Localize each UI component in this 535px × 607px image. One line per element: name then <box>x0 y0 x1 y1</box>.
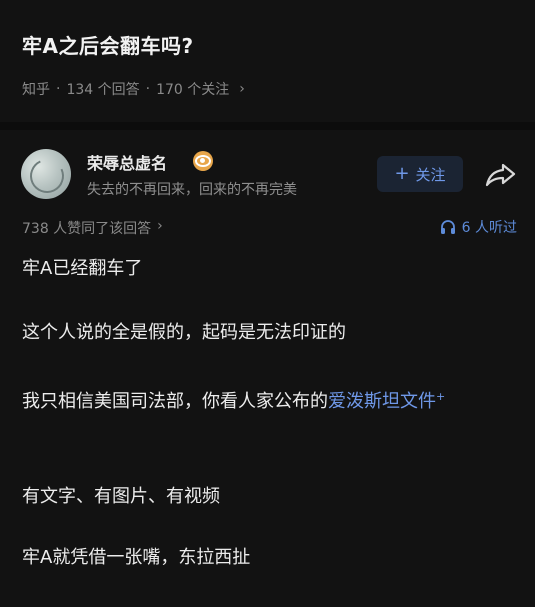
meta-separator: · <box>145 81 151 97</box>
vote-count[interactable]: 738 人赞同了该回答 › <box>22 218 163 238</box>
followers-count: 170 个关注 <box>156 82 230 98</box>
share-icon[interactable] <box>484 159 518 189</box>
chevron-right-icon: › <box>239 81 245 97</box>
plus-icon: + <box>394 163 410 184</box>
verified-badge-icon <box>193 151 213 171</box>
section-divider <box>0 122 535 130</box>
link-mark: + <box>436 390 446 403</box>
paragraph-text: 我只相信美国司法部，你看人家公布的 <box>22 391 328 412</box>
author-bio: 失去的不再回来，回来的不再完美 <box>87 182 297 198</box>
answers-count: 134 个回答 <box>66 82 140 98</box>
answer-paragraph: 牢A就凭借一张嘴，东拉西扯 <box>22 547 251 568</box>
avatar[interactable] <box>21 149 71 199</box>
follow-label: 关注 <box>415 165 446 184</box>
question-title[interactable]: 牢A之后会翻车吗? <box>22 30 194 59</box>
listen-count: 6 人听过 <box>461 220 517 236</box>
follow-button[interactable]: + 关注 <box>377 156 463 192</box>
answer-paragraph: 这个人说的全是假的，起码是无法印证的 <box>22 322 346 343</box>
source-label: 知乎 <box>22 82 50 98</box>
listen-button[interactable]: 6 人听过 <box>440 217 517 237</box>
author-name[interactable]: 荣辱总虚名 <box>87 150 167 174</box>
epstein-files-link[interactable]: 爱泼斯坦文件+ <box>328 390 446 412</box>
question-meta[interactable]: 知乎 · 134 个回答 · 170 个关注 › <box>22 79 245 99</box>
meta-separator: · <box>56 81 61 97</box>
answer-page: 牢A之后会翻车吗? 知乎 · 134 个回答 · 170 个关注 › 荣辱总虚名… <box>0 0 535 607</box>
answer-paragraph: 牢A已经翻车了 <box>22 258 143 279</box>
headphone-icon <box>440 220 455 234</box>
answer-paragraph: 我只相信美国司法部，你看人家公布的爱泼斯坦文件+ <box>22 380 517 419</box>
chevron-right-icon: › <box>157 218 163 234</box>
link-text: 爱泼斯坦文件 <box>328 391 436 412</box>
answer-paragraph: 有文字、有图片、有视频 <box>22 486 220 507</box>
vote-count-label: 738 人赞同了该回答 <box>22 221 152 237</box>
